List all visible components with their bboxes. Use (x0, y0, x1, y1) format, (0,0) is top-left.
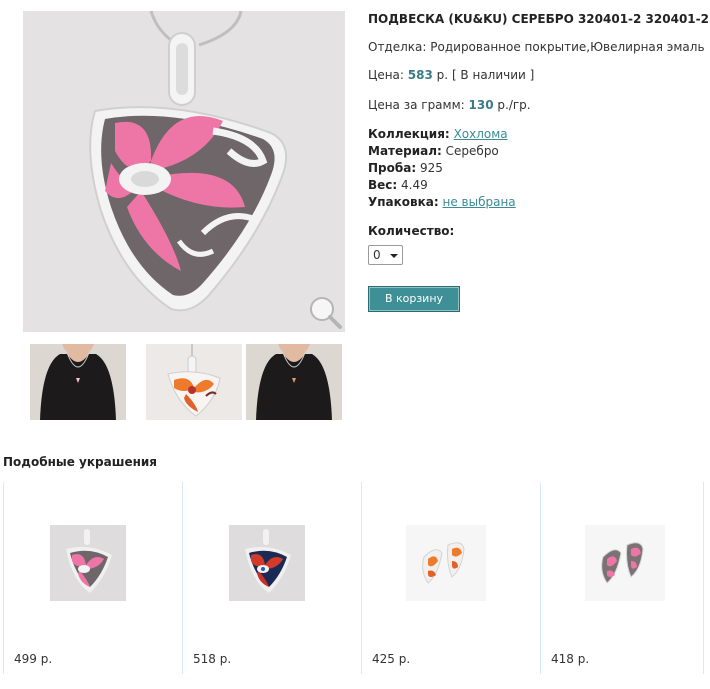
packaging-link[interactable]: не выбрана (443, 195, 516, 209)
quantity-label: Количество: (368, 224, 455, 238)
similar-item-image[interactable] (229, 525, 305, 601)
quantity-select[interactable]: 0 (368, 245, 403, 265)
similar-item-image[interactable] (585, 525, 665, 601)
packaging-label: Упаковка: (368, 195, 439, 209)
similar-item-image[interactable] (50, 525, 126, 601)
similar-item-price: 418 р. (551, 652, 590, 666)
similar-section-title: Подобные украшения (3, 455, 158, 469)
finish-value: Родированное покрытие,Ювелирная эмаль (430, 40, 705, 54)
price-value: 583 (407, 68, 433, 82)
price-label: Цена: (368, 68, 404, 82)
similar-item-card[interactable]: 425 р. (361, 482, 540, 674)
similar-divider (703, 482, 704, 674)
zoom-magnifier-icon[interactable] (307, 294, 343, 330)
product-main-image[interactable] (23, 11, 345, 332)
similar-item-price: 499 р. (14, 652, 53, 666)
gram-price-row: Цена за грамм: 130 р./гр. (368, 98, 531, 112)
gallery-thumbnail[interactable] (146, 344, 242, 420)
similar-item-price: 425 р. (372, 652, 411, 666)
collection-row: Коллекция: Хохлома (368, 127, 508, 141)
probe-label: Проба: (368, 161, 417, 175)
gallery-thumbnail[interactable] (246, 344, 342, 420)
add-to-cart-button[interactable]: В корзину (368, 286, 460, 312)
gallery-thumbnail[interactable] (30, 344, 126, 420)
similar-item-image[interactable] (406, 525, 486, 601)
weight-value: 4.49 (401, 178, 428, 192)
product-title: ПОДВЕСКА (KU&KU) СЕРЕБРО 320401-2 320401… (368, 12, 709, 26)
collection-link[interactable]: Хохлома (454, 127, 508, 141)
similar-item-card[interactable]: 418 р. (540, 482, 710, 674)
similar-item-price: 518 р. (193, 652, 232, 666)
packaging-row: Упаковка: не выбрана (368, 195, 516, 209)
probe-value: 925 (419, 161, 443, 175)
quantity-value: 0 (373, 248, 381, 262)
gram-price-value: 130 (468, 98, 494, 112)
gram-price-unit: р./гр. (497, 98, 531, 112)
finish-label: Отделка: (368, 40, 427, 54)
price-row: Цена: 583 р. [ В наличии ] (368, 68, 534, 82)
material-value: Серебро (445, 144, 499, 158)
collection-label: Коллекция: (368, 127, 450, 141)
material-row: Материал: Серебро (368, 144, 499, 158)
price-unit: р. (436, 68, 449, 82)
probe-row: Проба: 925 (368, 161, 443, 175)
material-label: Материал: (368, 144, 442, 158)
gram-price-label: Цена за грамм: (368, 98, 465, 112)
stock-status: [ В наличии ] (451, 68, 535, 82)
weight-label: Вес: (368, 178, 398, 192)
chevron-down-icon (390, 254, 398, 258)
weight-row: Вес: 4.49 (368, 178, 428, 192)
finish-row: Отделка: Родированное покрытие,Ювелирная… (368, 40, 705, 54)
similar-item-card[interactable]: 499 р. (3, 482, 182, 674)
similar-item-card[interactable]: 518 р. (182, 482, 361, 674)
